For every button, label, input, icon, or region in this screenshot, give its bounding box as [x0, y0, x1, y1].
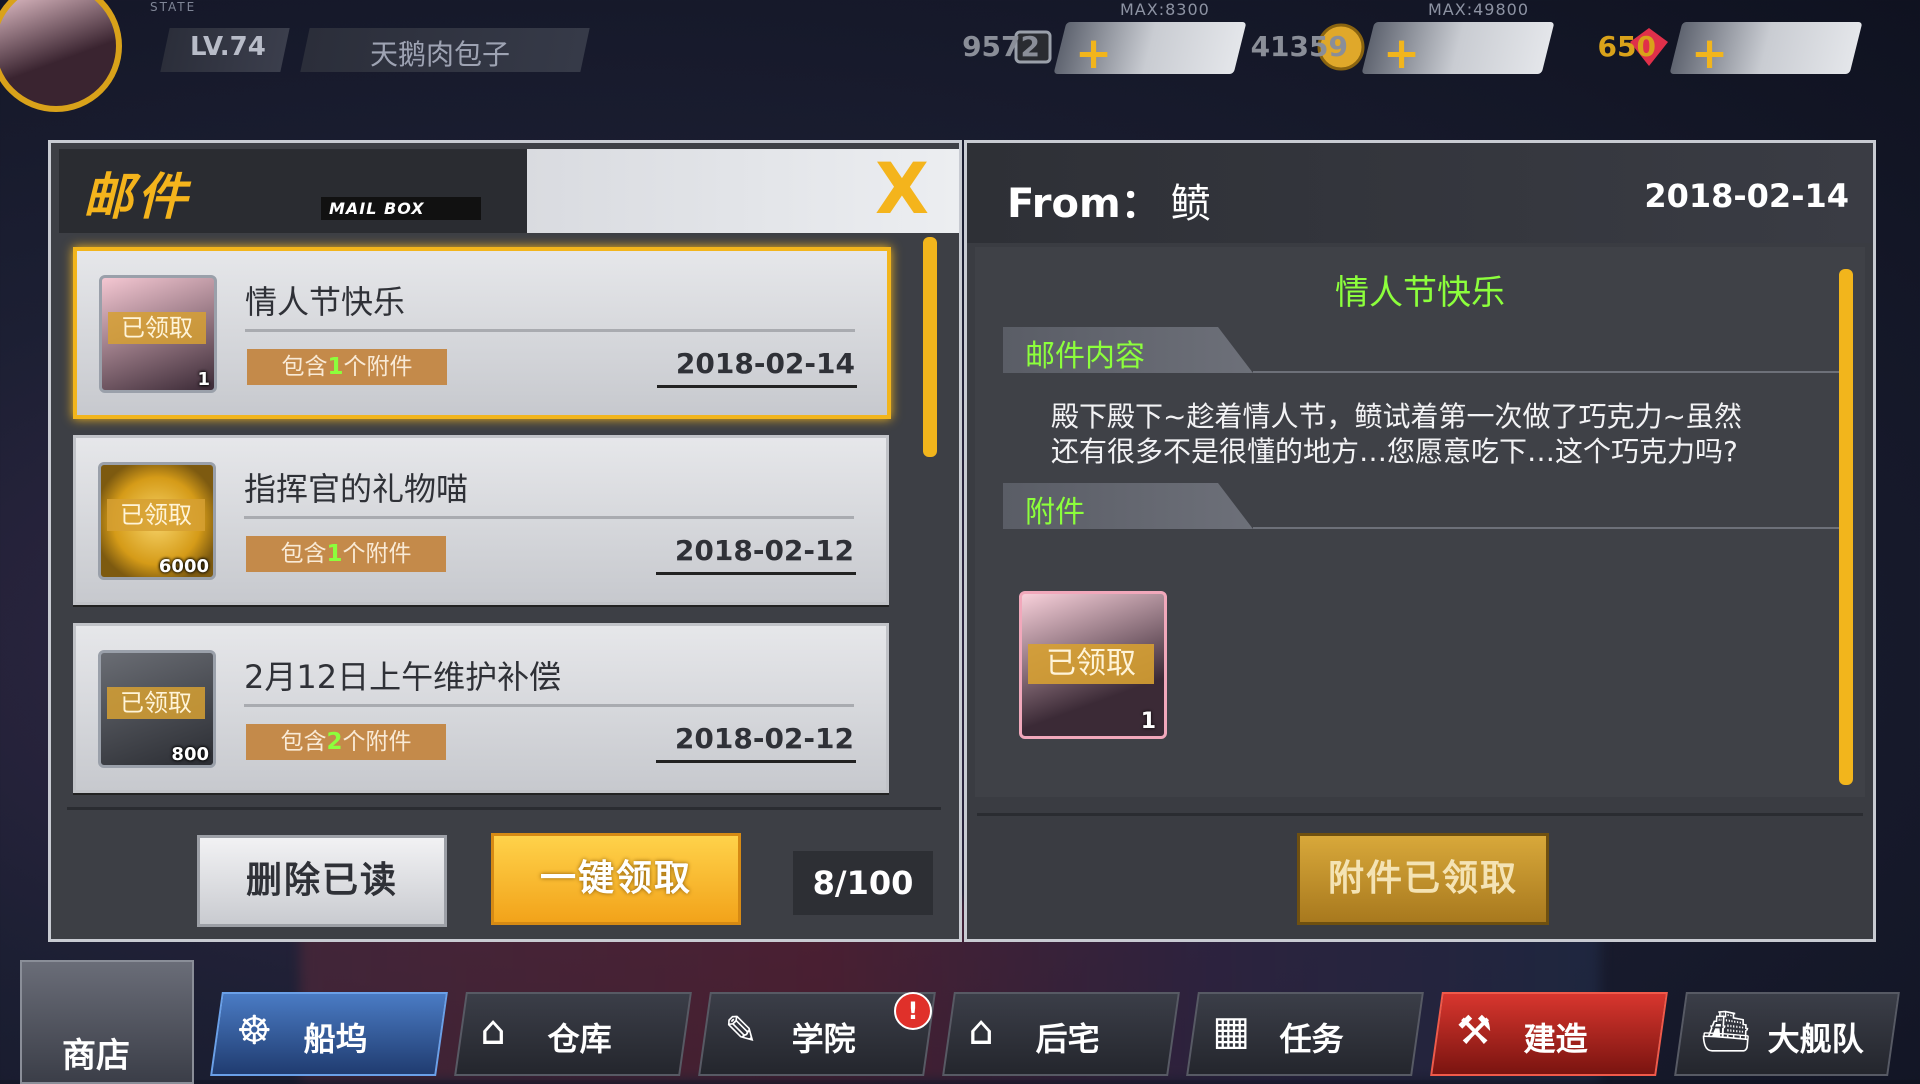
shop-label: 商店: [62, 1036, 130, 1076]
content-section-header: 邮件内容: [1003, 327, 1843, 373]
oil-max: MAX:8300: [1120, 0, 1210, 19]
oil-plus-button[interactable]: +: [1075, 28, 1112, 79]
gem-value: 650: [1597, 30, 1656, 63]
attachment-label: 附件: [1025, 495, 1085, 530]
nav-label: 建造: [1523, 1020, 1588, 1058]
state-label: STATE: [150, 0, 197, 14]
coin-max: MAX:49800: [1428, 0, 1529, 19]
claimed-stamp: 已领取: [107, 499, 205, 531]
claimed-stamp: 已领取: [1028, 644, 1154, 684]
nav-label: 仓库: [547, 1020, 612, 1058]
mail-count: 8/100: [793, 851, 933, 915]
nav-label: 大舰队: [1767, 1020, 1864, 1058]
content-line: 殿下殿下~趁着情人节，鲼试着第一次做了巧克力~虽然: [1051, 400, 1742, 433]
divider: [656, 760, 856, 763]
detail-header: From：鲼 2018-02-14: [967, 143, 1873, 243]
house-icon: ⌂: [968, 1008, 994, 1054]
attachment-claimed-button: 附件已领取: [1297, 833, 1549, 925]
attachment-count: 包含2个附件: [246, 724, 446, 760]
mail-title: 2月12日上午维护补偿: [244, 658, 562, 696]
mailbox-subtitle: MAIL BOX: [321, 197, 481, 220]
mail-list-scrollbar[interactable]: [923, 237, 937, 457]
player-level: LV.74: [190, 32, 266, 62]
divider: [245, 329, 855, 332]
item-quantity: 800: [171, 744, 209, 765]
mailbox-title: 邮件: [83, 168, 191, 226]
nav-label: 任务: [1279, 1020, 1344, 1058]
shop-button[interactable]: 商店: [20, 960, 194, 1084]
attachment-count: 包含1个附件: [246, 536, 446, 572]
detail-date: 2018-02-14: [1644, 177, 1849, 215]
warehouse-icon: ⌂: [480, 1008, 506, 1054]
nav-missions[interactable]: ▦ 任务: [1186, 992, 1424, 1076]
divider: [656, 572, 856, 575]
divider: [977, 813, 1863, 816]
mail-content: 殿下殿下~趁着情人节，鲼试着第一次做了巧克力~虽然 还有很多不是很懂的地方…您愿…: [1051, 399, 1831, 469]
divider: [244, 704, 854, 707]
detail-title: 情人节快乐: [1335, 273, 1505, 313]
coin-plus-button[interactable]: +: [1383, 28, 1420, 79]
player-avatar[interactable]: [0, 0, 122, 112]
claimed-stamp: 已领取: [108, 312, 206, 344]
mail-item[interactable]: 已领取 800 2月12日上午维护补偿 包含2个附件 2018-02-12: [73, 623, 889, 793]
delete-read-button[interactable]: 删除已读: [197, 835, 447, 927]
oil-value: 9572: [962, 30, 1040, 63]
item-quantity: 1: [197, 369, 210, 390]
mailbox-panel: 邮件 MAIL BOX X 已领取 1 情人节快乐 包含1个附件 2018-02…: [48, 140, 962, 942]
mail-detail-panel: From：鲼 2018-02-14 情人节快乐 邮件内容 殿下殿下~趁着情人节，…: [964, 140, 1876, 942]
divider: [244, 516, 854, 519]
claimed-stamp: 已领取: [107, 687, 205, 719]
close-button[interactable]: X: [859, 151, 945, 227]
nav-build[interactable]: ⚒ 建造: [1430, 992, 1668, 1076]
gem-plus-button[interactable]: +: [1691, 28, 1728, 79]
hammer-icon: ⚒: [1456, 1008, 1493, 1054]
content-label: 邮件内容: [1025, 339, 1145, 374]
from-label: From：: [1007, 181, 1161, 227]
nav-label: 后宅: [1035, 1020, 1100, 1058]
claim-all-button[interactable]: 一键领取: [491, 833, 741, 925]
coin-value: 41359: [1250, 30, 1348, 63]
item-quantity: 1: [1140, 709, 1156, 734]
mail-item[interactable]: 已领取 6000 指挥官的礼物喵 包含1个附件 2018-02-12: [73, 435, 889, 605]
nav-dock[interactable]: ☸ 船坞: [210, 992, 448, 1076]
academy-icon: ✎: [724, 1008, 758, 1054]
mail-date: 2018-02-12: [674, 534, 854, 567]
mail-date: 2018-02-14: [675, 347, 855, 380]
nav-label: 学院: [791, 1020, 856, 1058]
nav-fleet[interactable]: ⛴ 大舰队: [1674, 992, 1900, 1076]
top-bar: STATE LV.74 天鹅肉包子 MAX:8300 9572 + MAX:49…: [0, 0, 1920, 112]
attachment-section-header: 附件: [1003, 483, 1843, 529]
mail-thumbnail: 已领取 1: [99, 275, 217, 393]
nav-depot[interactable]: ⌂ 仓库: [454, 992, 692, 1076]
detail-scrollbar[interactable]: [1839, 269, 1853, 785]
mail-thumbnail: 已领取 800: [98, 650, 216, 768]
notification-badge: !: [894, 992, 932, 1030]
calendar-icon: ▦: [1212, 1008, 1251, 1054]
attachment-count: 包含1个附件: [247, 349, 447, 385]
mailbox-header: 邮件 MAIL BOX X: [59, 149, 959, 233]
mail-date: 2018-02-12: [674, 722, 854, 755]
mail-thumbnail: 已领取 6000: [98, 462, 216, 580]
detail-body: 情人节快乐 邮件内容 殿下殿下~趁着情人节，鲼试着第一次做了巧克力~虽然 还有很…: [975, 247, 1865, 797]
divider: [67, 807, 941, 810]
mail-item[interactable]: 已领取 1 情人节快乐 包含1个附件 2018-02-14: [73, 247, 891, 419]
item-quantity: 6000: [158, 556, 209, 577]
mail-title: 情人节快乐: [245, 283, 406, 321]
mail-title: 指挥官的礼物喵: [244, 470, 469, 508]
sender: From：鲼: [1007, 171, 1211, 229]
player-name: 天鹅肉包子: [370, 38, 511, 71]
sender-name: 鲼: [1170, 181, 1211, 227]
content-line: 还有很多不是很懂的地方…您愿意吃下…这个巧克力吗?: [1051, 435, 1738, 468]
nav-backyard[interactable]: ⌂ 后宅: [942, 992, 1180, 1076]
attachment-item[interactable]: 已领取 1: [1019, 591, 1167, 739]
ship-icon: ⛴: [1700, 1009, 1752, 1055]
nav-label: 船坞: [303, 1020, 368, 1058]
ship-wheel-icon: ☸: [236, 1008, 273, 1054]
divider: [657, 385, 857, 388]
